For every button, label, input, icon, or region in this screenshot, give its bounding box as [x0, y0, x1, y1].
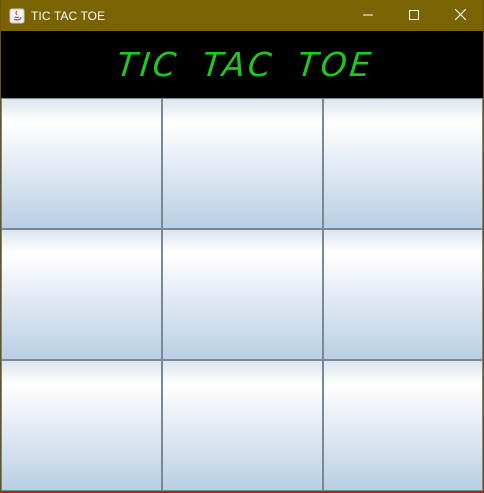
game-window: TIC TAC TOE TIC TAC TOE — [0, 0, 484, 493]
maximize-icon — [409, 7, 419, 25]
game-heading: TIC TAC TOE — [114, 45, 376, 84]
java-app-icon — [9, 8, 25, 24]
board-cell-r2c1[interactable] — [1, 229, 162, 360]
board-cell-r1c3[interactable] — [323, 98, 483, 229]
board-cell-r2c3[interactable] — [323, 229, 483, 360]
board-cell-r1c2[interactable] — [162, 98, 323, 229]
close-button[interactable] — [437, 0, 483, 31]
board-cell-r2c2[interactable] — [162, 229, 323, 360]
minimize-icon — [363, 7, 373, 25]
board-cell-r1c1[interactable] — [1, 98, 162, 229]
board-cell-r3c3[interactable] — [323, 360, 483, 491]
game-board — [1, 98, 483, 491]
close-icon — [454, 7, 466, 25]
window-title: TIC TAC TOE — [31, 8, 106, 23]
board-cell-r3c2[interactable] — [162, 360, 323, 491]
title-bar[interactable]: TIC TAC TOE — [1, 0, 483, 31]
minimize-button[interactable] — [345, 0, 391, 31]
board-cell-r3c1[interactable] — [1, 360, 162, 491]
game-header: TIC TAC TOE — [1, 31, 483, 98]
maximize-button[interactable] — [391, 0, 437, 31]
